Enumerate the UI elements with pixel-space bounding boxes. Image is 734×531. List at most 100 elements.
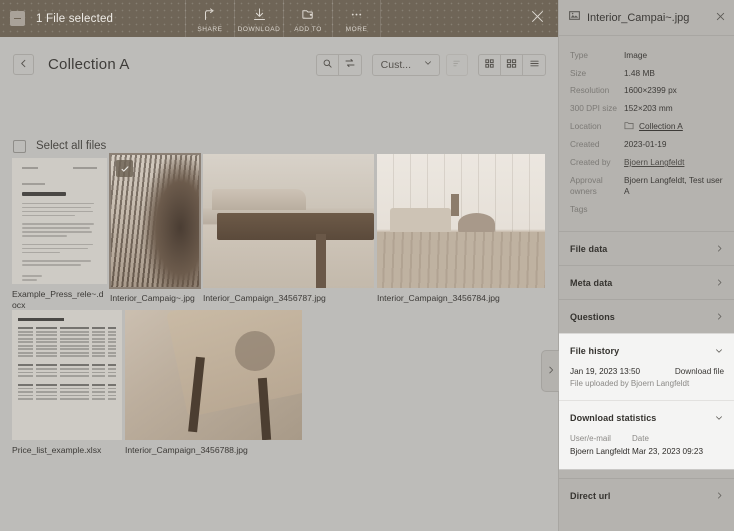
download-file-link[interactable]: Download file: [675, 367, 724, 376]
metadata-row: Size 1.48 MB: [570, 68, 724, 79]
section-title: Download statistics: [570, 412, 657, 423]
collection-header: Collection A Cust...: [0, 37, 558, 92]
section-direct-url[interactable]: Direct url: [559, 478, 734, 512]
file-thumbnail[interactable]: [203, 154, 374, 288]
grid-small-icon: [484, 56, 495, 74]
sort-select[interactable]: Cust...: [371, 53, 440, 76]
add-to-folder-icon: [301, 7, 316, 22]
download-button[interactable]: DOWNLOAD: [234, 0, 283, 37]
file-name-label: Price_list_example.xlsx: [12, 445, 102, 455]
download-stats-header: User/e-mail Date: [570, 434, 724, 443]
metadata-value: 1.48 MB: [624, 67, 655, 78]
selection-action-bar: 1 File selected SHARE DOWNLOAD ADD TO MO…: [0, 0, 558, 37]
close-selection-button[interactable]: [529, 0, 546, 37]
panel-collapse-handle[interactable]: [541, 350, 559, 392]
metadata-row: Type Image: [570, 50, 724, 61]
view-list-button[interactable]: [523, 55, 545, 75]
panel-header: Interior_Campai~.jpg: [559, 0, 734, 36]
select-all-label: Select all files: [36, 140, 107, 152]
share-label: SHARE: [197, 26, 223, 33]
metadata-key: Tags: [570, 203, 588, 214]
section-meta-data[interactable]: Meta data: [559, 265, 734, 299]
close-icon: [715, 9, 726, 27]
metadata-table: Type Image Size 1.48 MB Resolution 1600×…: [559, 36, 734, 231]
file-thumbnail[interactable]: [12, 158, 107, 284]
section-header[interactable]: Direct url: [570, 479, 724, 512]
selection-count-group: 1 File selected: [0, 0, 185, 37]
more-label: MORE: [345, 26, 368, 33]
file-history-body: Jan 19, 2023 13:50 Download file File up…: [559, 367, 734, 400]
chevron-right-icon: [715, 244, 724, 253]
section-title: Questions: [570, 311, 615, 322]
section-header[interactable]: Meta data: [570, 266, 724, 299]
folder-icon: [624, 121, 634, 133]
sort-select-value: Cust...: [380, 58, 411, 71]
list-item[interactable]: Interior_Campaig~.jpg: [109, 153, 201, 304]
location-link[interactable]: Collection A: [639, 121, 683, 132]
metadata-key: Type: [570, 50, 588, 60]
metadata-key: Size: [570, 67, 587, 78]
back-button[interactable]: [13, 54, 34, 75]
add-to-button[interactable]: ADD TO: [283, 0, 332, 37]
section-header[interactable]: Questions: [570, 300, 724, 333]
section-file-history: File history: [559, 334, 734, 367]
section-header[interactable]: File history: [570, 334, 724, 367]
list-item[interactable]: Interior_Campaign_3456787.jpg: [203, 154, 374, 304]
file-browser-area: 1 File selected SHARE DOWNLOAD ADD TO MO…: [0, 0, 558, 531]
more-button[interactable]: MORE: [332, 0, 381, 37]
download-label: DOWNLOAD: [237, 26, 281, 33]
view-grid-large-button[interactable]: [501, 54, 523, 75]
metadata-key: Location: [570, 120, 602, 131]
section-questions[interactable]: Questions: [559, 299, 734, 333]
thumbnail-shape: [216, 212, 374, 240]
search-button[interactable]: [317, 54, 339, 75]
thumbnail-shape: [234, 330, 275, 371]
share-button[interactable]: SHARE: [185, 0, 234, 37]
metadata-value: Image: [624, 50, 648, 60]
indeterminate-dash-icon: [14, 17, 21, 20]
file-thumbnail[interactable]: [377, 154, 545, 288]
section-file-data[interactable]: File data: [559, 231, 734, 265]
deselect-all-checkbox[interactable]: [10, 11, 25, 26]
list-item[interactable]: Example_Press_rele~.docx: [12, 158, 107, 310]
page-title: Collection A: [48, 56, 130, 73]
list-item[interactable]: Interior_Campaign_3456784.jpg: [377, 154, 545, 304]
download-icon: [252, 7, 267, 22]
file-thumbnail[interactable]: [12, 310, 122, 440]
app-root: 1 File selected SHARE DOWNLOAD ADD TO MO…: [0, 0, 734, 531]
document-preview: [12, 158, 107, 284]
select-all-checkbox[interactable]: [13, 139, 26, 153]
panel-close-button[interactable]: [715, 9, 726, 27]
sort-direction-button[interactable]: [446, 53, 468, 76]
file-name-label: Example_Press_rele~.docx: [12, 289, 104, 310]
table-row: Bjoern Langfeldt Mar 23, 2023 09:23: [570, 446, 724, 457]
file-details-panel: Interior_Campai~.jpg Type Image Size 1.4…: [558, 0, 734, 531]
file-thumbnail[interactable]: [125, 310, 302, 440]
add-to-label: ADD TO: [294, 26, 322, 33]
expanded-sections-card: File history Jan 19, 2023 13:50 Download…: [559, 333, 734, 471]
spreadsheet-block: [18, 364, 116, 377]
file-thumbnail[interactable]: [109, 153, 201, 289]
section-gap: [559, 470, 734, 479]
history-detail: File uploaded by Bjoern Langfeldt: [570, 379, 690, 389]
filter-swap-icon: [344, 56, 356, 74]
search-filter-group: [315, 53, 362, 76]
list-item[interactable]: Price_list_example.xlsx: [12, 310, 122, 456]
metadata-row-location: Location Collection A: [570, 121, 724, 133]
filter-button[interactable]: [339, 55, 361, 75]
metadata-row: Tags: [570, 204, 724, 215]
list-item[interactable]: Interior_Campaign_3456788.jpg: [125, 310, 302, 456]
section-header[interactable]: File data: [570, 232, 724, 265]
chevron-right-icon: [715, 278, 724, 287]
view-grid-small-button[interactable]: [479, 54, 501, 75]
download-statistics-body: User/e-mail Date Bjoern Langfeldt Mar 23…: [559, 434, 734, 469]
metadata-value: 2023-01-19: [624, 139, 667, 150]
file-name-label: Interior_Campaign_3456788.jpg: [125, 445, 248, 455]
created-by-link[interactable]: Bjoern Langfeldt: [624, 157, 724, 168]
history-entry: Jan 19, 2023 13:50 Download file: [570, 367, 724, 376]
section-header[interactable]: Download statistics: [570, 401, 724, 434]
more-dots-icon: [349, 7, 364, 22]
metadata-row: Approval owners Bjoern Langfeldt, Test u…: [570, 175, 724, 197]
thumbnail-shape: [211, 188, 306, 211]
metadata-row: Created 2023-01-19: [570, 139, 724, 150]
